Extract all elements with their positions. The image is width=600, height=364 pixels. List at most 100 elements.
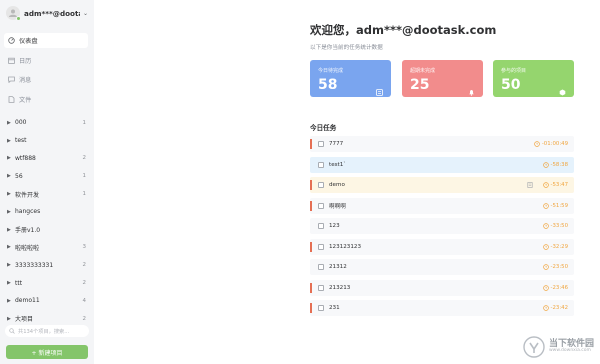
project-search-input[interactable]: 共134个项目，搜索... bbox=[5, 325, 89, 337]
new-project-button[interactable]: + 新建项目 bbox=[6, 345, 88, 359]
task-name: test1` bbox=[329, 161, 347, 168]
user-menu[interactable]: adm***@dootask.com ⌄ bbox=[6, 5, 90, 21]
task-checkbox[interactable] bbox=[318, 161, 324, 168]
project-name: 软件开发 bbox=[15, 191, 40, 199]
task-row[interactable]: 7777 -01:00:49 bbox=[310, 136, 574, 152]
online-status-dot bbox=[16, 16, 21, 21]
tasks-section-title: 今日任务 bbox=[310, 124, 337, 132]
page-subtitle: 以下是你当前的任务统计数据 bbox=[310, 45, 383, 51]
avatar bbox=[6, 6, 21, 21]
task-checkbox[interactable] bbox=[318, 284, 324, 291]
caret-right-icon[interactable]: ▶ bbox=[7, 155, 15, 161]
project-item[interactable]: ▶ 手册v1.0 bbox=[4, 221, 90, 239]
task-name: 123 bbox=[329, 223, 340, 229]
caret-right-icon[interactable]: ▶ bbox=[7, 209, 15, 215]
caret-right-icon[interactable]: ▶ bbox=[7, 280, 15, 286]
task-checkbox[interactable] bbox=[318, 243, 324, 250]
project-name: 3333333331 bbox=[15, 261, 54, 269]
project-item[interactable]: ▶ wtf888 2 bbox=[4, 150, 90, 168]
task-row[interactable]: demo -53:47 bbox=[310, 177, 574, 193]
project-item[interactable]: ▶ demo11 4 bbox=[4, 292, 90, 310]
caret-right-icon[interactable]: ▶ bbox=[7, 191, 15, 197]
stat-card-label: 参与的项目 bbox=[501, 68, 527, 74]
task-timer: -32:29 bbox=[542, 243, 568, 250]
task-row[interactable]: 21312 -23:50 bbox=[310, 259, 574, 275]
clock-icon bbox=[542, 161, 549, 168]
dashboard-main: 欢迎您，adm***@dootask.com 以下是你当前的任务统计数据 今日待… bbox=[94, 0, 600, 364]
task-row[interactable]: 123123123 -32:29 bbox=[310, 238, 574, 255]
sidebar-nav: 仪表盘 日历 消息 文件 bbox=[4, 33, 88, 111]
watermark: 当下软件园 www.downxia.com bbox=[523, 336, 594, 358]
task-row[interactable]: 213213 -23:46 bbox=[310, 279, 574, 296]
caret-right-icon[interactable]: ▶ bbox=[7, 298, 15, 304]
project-name: ttt bbox=[15, 279, 23, 287]
task-time-value: -33:50 bbox=[550, 223, 568, 229]
chevron-down-icon[interactable]: ⌄ bbox=[83, 10, 88, 17]
search-icon bbox=[9, 328, 15, 334]
project-name: test bbox=[15, 137, 27, 145]
task-row[interactable]: 123 -33:50 bbox=[310, 218, 574, 234]
task-marker bbox=[310, 282, 312, 293]
task-checkbox[interactable] bbox=[318, 223, 324, 229]
task-name: 231 bbox=[329, 305, 340, 311]
task-marker bbox=[310, 241, 312, 252]
task-checkbox[interactable] bbox=[318, 305, 324, 311]
project-item[interactable]: ▶ ttt 2 bbox=[4, 274, 90, 292]
sidebar-item-dashboard[interactable]: 仪表盘 bbox=[4, 33, 88, 48]
task-timer: -51:59 bbox=[542, 202, 568, 209]
task-time-value: -23:50 bbox=[550, 264, 568, 270]
task-timer: -23:50 bbox=[542, 264, 568, 270]
task-list: 7777 -01:00:49 test1` -58:38 demo -53:47… bbox=[310, 136, 574, 321]
project-item[interactable]: ▶ 56 1 bbox=[4, 167, 90, 185]
cube-icon bbox=[559, 81, 566, 100]
task-row[interactable]: test1` -58:38 bbox=[310, 156, 574, 173]
caret-right-icon[interactable]: ▶ bbox=[7, 120, 15, 126]
caret-right-icon[interactable]: ▶ bbox=[7, 262, 15, 268]
stat-card-projects[interactable]: 参与的项目 50 bbox=[493, 60, 574, 97]
task-checkbox[interactable] bbox=[318, 141, 324, 147]
task-timer: -23:42 bbox=[542, 305, 568, 311]
task-timer: -53:47 bbox=[542, 182, 568, 188]
project-name: 大项目 bbox=[15, 316, 34, 324]
project-item[interactable]: ▶ 软件开发 1 bbox=[4, 185, 90, 203]
file-icon bbox=[8, 95, 15, 103]
task-name: 7777 bbox=[329, 141, 344, 147]
task-checkbox[interactable] bbox=[318, 202, 324, 209]
caret-right-icon[interactable]: ▶ bbox=[7, 173, 15, 179]
task-name: 213213 bbox=[329, 284, 351, 291]
stat-card-today[interactable]: 今日待完成 58 bbox=[310, 60, 391, 97]
project-item[interactable]: ▶ test bbox=[4, 132, 90, 150]
task-row[interactable]: 231 -23:42 bbox=[310, 300, 574, 316]
task-checkbox[interactable] bbox=[318, 182, 324, 188]
watermark-url: www.downxia.com bbox=[548, 348, 591, 354]
task-timer: -33:50 bbox=[542, 223, 568, 229]
caret-right-icon[interactable]: ▶ bbox=[7, 227, 15, 233]
caret-right-icon[interactable]: ▶ bbox=[7, 316, 15, 322]
sidebar: adm***@dootask.com ⌄ 仪表盘 日历 消息 bbox=[0, 0, 94, 364]
project-item[interactable]: ▶ 000 1 bbox=[4, 114, 90, 132]
watermark-logo-icon bbox=[523, 336, 545, 358]
project-count: 2 bbox=[82, 155, 87, 162]
sidebar-item-files[interactable]: 文件 bbox=[4, 92, 88, 107]
document-icon bbox=[527, 182, 533, 188]
task-name: 啊啊啊 bbox=[329, 203, 346, 210]
calendar-icon bbox=[8, 57, 15, 64]
task-time-value: -51:59 bbox=[550, 202, 568, 209]
caret-right-icon[interactable]: ▶ bbox=[7, 138, 15, 144]
task-row[interactable]: 啊啊啊 -51:59 bbox=[310, 197, 574, 214]
project-name: 56 bbox=[15, 172, 23, 180]
task-time-value: -32:29 bbox=[550, 243, 568, 250]
clock-icon bbox=[542, 264, 549, 270]
project-item[interactable]: ▶ 啦啦啦啦 3 bbox=[4, 239, 90, 257]
app-window: adm***@dootask.com ⌄ 仪表盘 日历 消息 bbox=[0, 0, 600, 364]
project-name: 手册v1.0 bbox=[15, 227, 41, 235]
task-time-value: -58:38 bbox=[550, 161, 568, 168]
caret-right-icon[interactable]: ▶ bbox=[7, 244, 15, 250]
sidebar-item-messages[interactable]: 消息 bbox=[4, 72, 88, 87]
task-checkbox[interactable] bbox=[318, 264, 324, 270]
stat-card-overdue[interactable]: 超期未完成 25 bbox=[402, 60, 483, 97]
project-item[interactable]: ▶ hangces bbox=[4, 203, 90, 221]
clock-icon bbox=[542, 284, 549, 291]
sidebar-item-calendar[interactable]: 日历 bbox=[4, 53, 88, 68]
project-item[interactable]: ▶ 3333333331 2 bbox=[4, 256, 90, 274]
